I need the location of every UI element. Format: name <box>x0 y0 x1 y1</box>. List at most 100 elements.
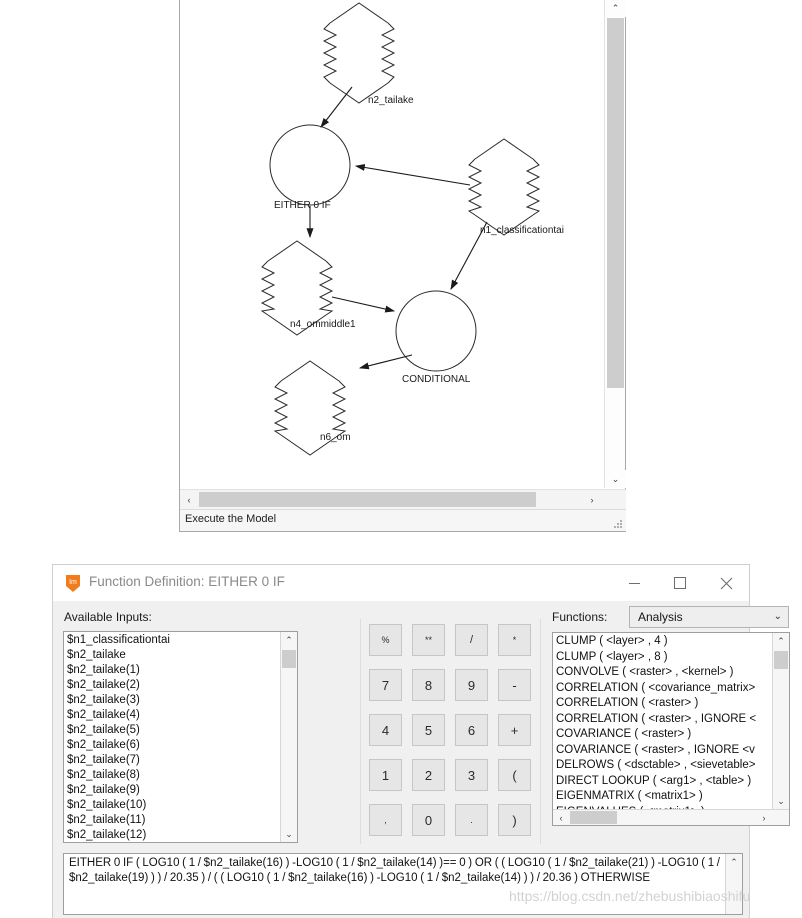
model-status-bar: Execute the Model <box>180 509 626 531</box>
scroll-right-arrow-icon[interactable]: › <box>756 810 772 825</box>
list-item[interactable]: COVARIANCE ( <raster> , IGNORE <v <box>556 743 789 759</box>
list-item[interactable]: $n2_tailake(7) <box>67 753 297 768</box>
list-item[interactable]: $n2_tailake <box>67 648 297 663</box>
list-item[interactable]: $n2_tailake(5) <box>67 723 297 738</box>
key-7[interactable]: 7 <box>369 669 402 701</box>
list-item[interactable]: COVARIANCE ( <raster> ) <box>556 727 789 743</box>
status-text: Execute the Model <box>185 513 277 525</box>
key-6[interactable]: 6 <box>455 714 488 746</box>
close-icon <box>720 577 732 589</box>
key-8[interactable]: 8 <box>412 669 445 701</box>
model-vertical-scrollbar[interactable]: ⌃ ⌄ <box>604 0 626 488</box>
keypad-grid: % ** / * 7 8 9 - 4 5 6 + 1 2 3 ( , 0 .) <box>369 624 536 841</box>
formula-textarea[interactable]: EITHER 0 IF ( LOG10 ( 1 / $n2_tailake(16… <box>63 853 743 915</box>
key-4[interactable]: 4 <box>369 714 402 746</box>
model-graph <box>260 2 541 456</box>
key-2[interactable]: 2 <box>412 759 445 791</box>
list-item[interactable]: $n2_tailake(4) <box>67 708 297 723</box>
list-item[interactable]: $n2_tailake(9) <box>67 783 297 798</box>
key-percent[interactable]: % <box>369 624 402 656</box>
scroll-up-arrow-icon[interactable]: ⌃ <box>773 633 789 649</box>
dialog-title-bar[interactable]: Im Function Definition: EITHER 0 IF <box>53 565 749 601</box>
list-item[interactable]: CLUMP ( <layer> , 8 ) <box>556 650 789 666</box>
key-paren-close[interactable]: ) <box>498 804 531 836</box>
scroll-thumb[interactable] <box>282 650 296 668</box>
scroll-down-arrow-icon[interactable]: ⌄ <box>605 470 626 488</box>
functions-list-hscrollbar[interactable]: ‹ › <box>553 809 789 825</box>
node-label-either-0-if: EITHER 0 IF <box>274 200 331 211</box>
horizontal-scroll-thumb[interactable] <box>199 492 536 507</box>
formula-scrollbar[interactable]: ⌃ <box>725 854 742 914</box>
key-period[interactable]: . <box>455 804 488 836</box>
key-comma[interactable]: , <box>369 804 402 836</box>
maximize-button[interactable] <box>657 565 703 601</box>
list-item[interactable]: $n2_tailake(6) <box>67 738 297 753</box>
close-button[interactable] <box>703 565 749 601</box>
formula-text[interactable]: EITHER 0 IF ( LOG10 ( 1 / $n2_tailake(16… <box>69 856 724 885</box>
scroll-down-arrow-icon[interactable]: ⌄ <box>281 826 297 842</box>
list-item[interactable]: CORRELATION ( <raster> ) <box>556 696 789 712</box>
edge-n1class-to-either <box>354 163 471 186</box>
inputs-list-scrollbar[interactable]: ⌃ ⌄ <box>280 632 297 842</box>
model-horizontal-scrollbar[interactable]: ‹ › <box>180 489 626 509</box>
list-item[interactable]: $n2_tailake(11) <box>67 813 297 828</box>
key-3[interactable]: 3 <box>455 759 488 791</box>
list-item[interactable]: DIRECT LOOKUP ( <arg1> , <table> ) <box>556 774 789 790</box>
list-item[interactable]: $n2_tailake(8) <box>67 768 297 783</box>
list-item[interactable]: CLUMP ( <layer> , 4 ) <box>556 634 789 650</box>
list-item[interactable]: EIGENMATRIX ( <matrix1> ) <box>556 789 789 805</box>
key-paren-open[interactable]: ( <box>498 759 531 791</box>
key-1[interactable]: 1 <box>369 759 402 791</box>
key-minus[interactable]: - <box>498 669 531 701</box>
functions-list-scrollbar[interactable]: ⌃ ⌄ <box>772 633 789 809</box>
list-item[interactable]: $n2_tailake(3) <box>67 693 297 708</box>
scroll-left-arrow-icon[interactable]: ‹ <box>180 490 198 509</box>
edge-n4-to-conditional <box>331 296 396 313</box>
minimize-button[interactable] <box>611 565 657 601</box>
edge-conditional-to-n6 <box>358 354 413 370</box>
model-canvas[interactable]: n2_tailake EITHER 0 IF n1_classification… <box>180 0 605 488</box>
key-0[interactable]: 0 <box>412 804 445 836</box>
functions-list-items: CLUMP ( <layer> , 4 ) CLUMP ( <layer> , … <box>553 633 789 820</box>
horizontal-scroll-thumb[interactable] <box>570 811 617 824</box>
list-item[interactable]: CONVOLVE ( <raster> , <kernel> ) <box>556 665 789 681</box>
list-item[interactable]: CORRELATION ( <raster> , IGNORE < <box>556 712 789 728</box>
list-item[interactable]: $n2_tailake(1) <box>67 663 297 678</box>
dialog-title: Function Definition: EITHER 0 IF <box>89 574 285 589</box>
node-label-n2-tailake: n2_tailake <box>368 95 414 106</box>
scroll-left-arrow-icon[interactable]: ‹ <box>553 810 569 825</box>
key-plus[interactable]: + <box>498 714 531 746</box>
functions-list[interactable]: CLUMP ( <layer> , 4 ) CLUMP ( <layer> , … <box>552 632 790 826</box>
list-item[interactable]: CORRELATION ( <covariance_matrix> <box>556 681 789 697</box>
list-item[interactable]: $n2_tailake(12) <box>67 828 297 842</box>
list-item[interactable]: $n2_tailake(10) <box>67 798 297 813</box>
available-inputs-label: Available Inputs: <box>64 610 152 624</box>
scroll-up-arrow-icon[interactable]: ⌃ <box>281 632 297 648</box>
edge-n2tailake-to-either <box>320 86 353 128</box>
svg-text:Im: Im <box>69 579 77 586</box>
functions-category-dropdown[interactable]: Analysis ⌄ <box>629 606 789 628</box>
key-divide[interactable]: / <box>455 624 488 656</box>
resize-grip-icon[interactable] <box>613 519 623 529</box>
key-power[interactable]: ** <box>412 624 445 656</box>
scroll-thumb[interactable] <box>774 651 788 669</box>
scroll-down-arrow-icon[interactable]: ⌄ <box>773 793 789 809</box>
list-item[interactable]: $n1_classificationtai <box>67 633 297 648</box>
operator-keypad: % ** / * 7 8 9 - 4 5 6 + 1 2 3 ( , 0 .) <box>360 619 541 844</box>
function-definition-dialog: Im Function Definition: EITHER 0 IF Avai… <box>52 564 790 918</box>
available-inputs-list[interactable]: $n1_classificationtai $n2_tailake $n2_ta… <box>63 631 298 843</box>
functions-category-value: Analysis <box>638 610 683 624</box>
scroll-right-arrow-icon[interactable]: › <box>583 490 601 509</box>
key-5[interactable]: 5 <box>412 714 445 746</box>
dialog-body: Available Inputs: $n1_classificationtai … <box>53 601 790 918</box>
key-multiply[interactable]: * <box>498 624 531 656</box>
list-item[interactable]: DELROWS ( <dsctable> , <sievetable> <box>556 758 789 774</box>
node-label-n6-om: n6_om <box>320 432 351 443</box>
vertical-scroll-thumb[interactable] <box>607 18 624 388</box>
list-item[interactable]: $n2_tailake(2) <box>67 678 297 693</box>
key-9[interactable]: 9 <box>455 669 488 701</box>
scroll-up-arrow-icon[interactable]: ⌃ <box>605 0 626 17</box>
imagine-app-icon: Im <box>66 575 80 592</box>
scroll-up-arrow-icon[interactable]: ⌃ <box>726 854 742 870</box>
node-label-n1-classificationtai: n1_classificationtai <box>480 225 564 236</box>
